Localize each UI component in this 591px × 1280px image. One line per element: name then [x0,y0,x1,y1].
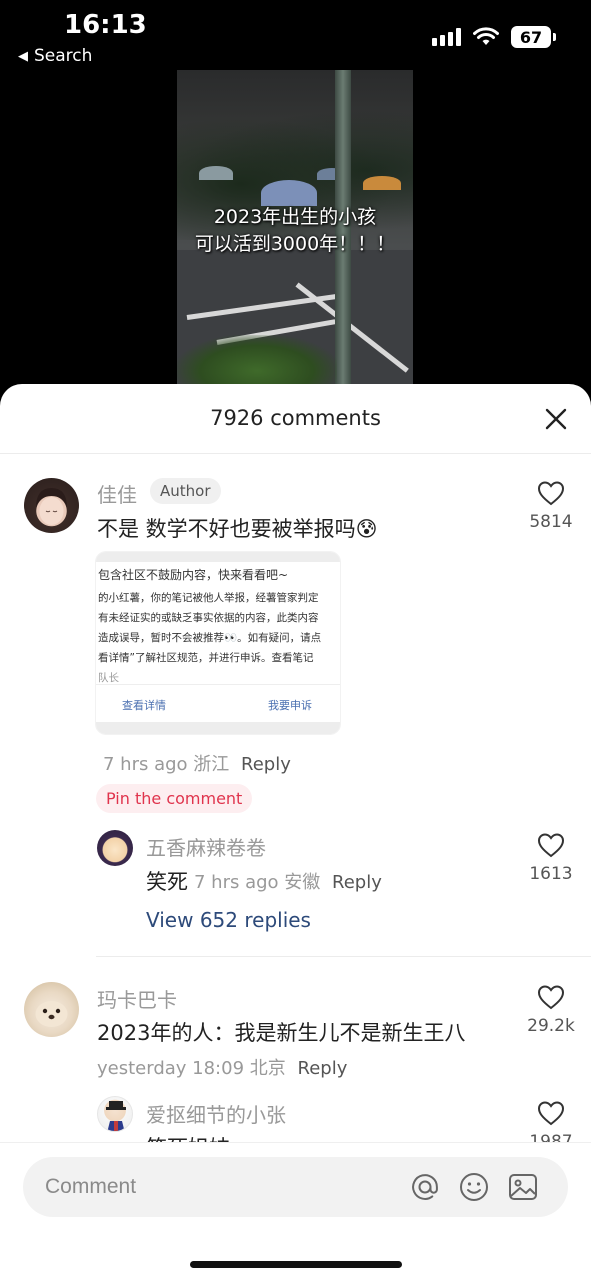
umbrella [199,166,233,180]
battery-icon: 67 [511,26,556,48]
like-count: 29.2k [527,1016,575,1036]
avatar-face [36,488,67,525]
comment-input[interactable] [45,1171,405,1203]
image-topbar [96,552,340,562]
caption-line-2: 可以活到3000年！！！ [194,233,396,255]
comment-time: 7 hrs ago [103,754,188,775]
comment-time: yesterday 18:09 [97,1058,245,1079]
video-player[interactable]: 2023年出生的小孩 可以活到3000年！！！ [177,70,413,390]
commenter-name[interactable]: 爱抠细节的小张 [146,1099,286,1128]
commenter-name[interactable]: 五香麻辣卷卷 [146,832,266,861]
comment-location: 北京 [249,1058,286,1079]
like-button[interactable]: 1613 [521,832,581,884]
image-link-appeal: 我要申诉 [268,699,312,712]
pin-comment-button[interactable]: Pin the comment [96,784,253,813]
reply-button[interactable]: Reply [241,754,291,775]
status-icons: 67 [432,26,556,48]
comment-text[interactable]: 笑死 [146,866,188,896]
avatar[interactable] [24,478,79,533]
comment-meta: 7 hrs ago 安徽 Reply [194,868,382,894]
view-replies-button[interactable]: View 652 replies [146,908,311,932]
avatar[interactable] [97,1096,133,1132]
avatar-character [106,1101,126,1131]
reply-button[interactable]: Reply [332,872,382,893]
comment-location: 安徽 [284,872,321,893]
reply-button[interactable]: Reply [298,1058,348,1079]
caption-line-1: 2023年出生的小孩 [213,206,377,228]
back-to-search-button[interactable]: ◀ Search [18,46,92,66]
image-icon[interactable] [507,1171,539,1203]
like-count: 5814 [529,512,573,532]
image-text-line: 造成误导，暂时不会被推荐👀。如有疑问，请点 [98,632,322,644]
comment-input-bar [0,1142,591,1280]
video-bush [177,335,337,390]
like-count: 1613 [529,864,573,884]
back-triangle-icon: ◀ [18,48,28,64]
commenter-name[interactable]: 玛卡巴卡 [97,984,177,1013]
status-bar: 16:13 ◀ Search 67 [0,0,591,70]
heart-icon [537,481,565,506]
image-text-line: 有未经证实的或缺乏事实依据的内容，此类内容 [98,612,319,624]
image-text-line: 队长 [98,672,119,684]
comment-meta: yesterday 18:09 北京 Reply [97,1054,347,1080]
cellular-signal-icon [432,28,461,46]
commenter-name[interactable]: 佳佳 [97,479,137,508]
heart-icon [537,833,565,858]
comment-location: 浙江 [193,754,230,775]
comment-meta: 7 hrs ago 浙江 Reply [103,750,291,776]
comments-count-title: 7926 comments [210,406,381,430]
comment-time: 7 hrs ago [194,872,279,893]
image-text-line: 的小红薯，你的笔记被他人举报，经薯管家判定 [98,592,319,604]
image-link-details: 查看详情 [122,699,166,712]
home-indicator [190,1261,402,1268]
sheet-header: 7926 comments [0,384,591,454]
author-badge: Author [150,478,221,504]
video-caption: 2023年出生的小孩 可以活到3000年！！！ [177,204,413,258]
avatar-dog [35,1001,68,1027]
umbrella [261,180,317,206]
umbrella [363,176,401,190]
divider [96,956,591,957]
like-button[interactable]: 5814 [521,480,581,532]
comment-input-box[interactable] [23,1157,568,1217]
at-icon[interactable] [409,1171,441,1203]
status-time: 16:13 [64,10,147,40]
image-text-line: 看详情”了解社区规范，并进行申诉。查看笔记 [98,652,314,664]
comment-text[interactable]: 2023年的人：我是新生儿不是新生王八 [97,1017,465,1047]
emoji-icon[interactable] [458,1171,490,1203]
back-label: Search [34,46,93,66]
like-button[interactable]: 29.2k [521,984,581,1036]
heart-icon [537,1101,565,1126]
image-links: 查看详情 我要申诉 [96,684,340,720]
comment-image[interactable]: 包含社区不鼓励内容，快来看看吧~ 的小红薯，你的笔记被他人举报，经薯管家判定 有… [96,552,340,734]
wifi-icon [473,27,499,45]
image-bottombar [96,722,340,734]
close-icon[interactable] [543,406,569,432]
comment-text[interactable]: 不是 数学不好也要被举报吗😰 [97,513,378,543]
avatar[interactable] [24,982,79,1037]
avatar[interactable] [97,830,133,866]
image-text-line: 包含社区不鼓励内容，快来看看吧~ [98,568,289,582]
heart-icon [537,985,565,1010]
